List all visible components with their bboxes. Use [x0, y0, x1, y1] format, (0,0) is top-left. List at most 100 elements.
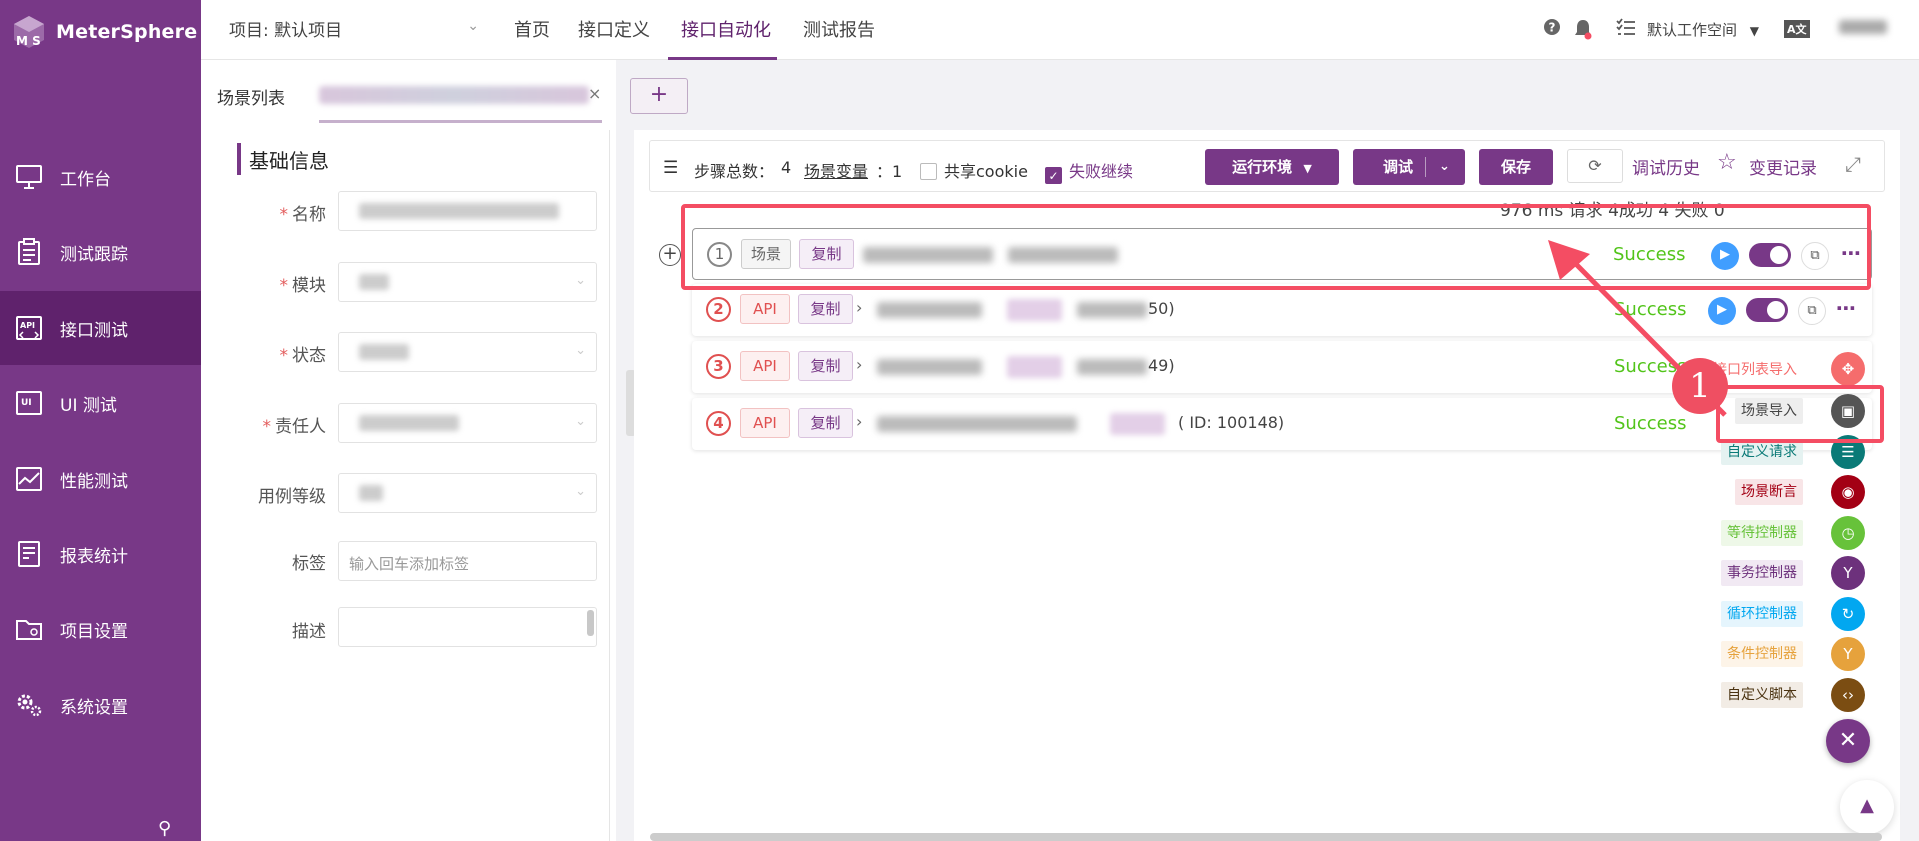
desc-label: 描述 — [292, 622, 326, 642]
copy-icon[interactable]: ⧉ — [1798, 297, 1826, 325]
pin-icon[interactable]: ⚲ — [158, 818, 171, 839]
sidebar-item-performance-test[interactable]: 性能测试 — [0, 442, 201, 516]
level-label: 用例等级 — [258, 487, 326, 507]
tab-api-definition[interactable]: 接口定义 — [578, 16, 650, 42]
chevron-right-icon[interactable]: › — [856, 298, 862, 317]
sidebar: M S MeterSphere 工作台 测试跟踪 API 接口测试 UI UI … — [0, 0, 201, 841]
copy-tag: 复制 — [798, 351, 853, 381]
sidebar-item-test-track[interactable]: 测试跟踪 — [0, 215, 201, 289]
change-history-link[interactable]: 变更记录 — [1749, 154, 1817, 179]
fullscreen-icon[interactable]: ⤢ — [1845, 152, 1861, 176]
sidebar-item-ui-test[interactable]: UI UI 测试 — [0, 366, 201, 440]
step-total-value: 4 — [781, 158, 792, 177]
workspace-select[interactable]: 默认工作空间 ▼ — [1647, 19, 1759, 40]
project-select[interactable]: 项目: 默认项目 ⌄ — [229, 16, 479, 41]
chevron-right-icon[interactable]: › — [856, 412, 862, 431]
script-icon[interactable]: ‹› — [1831, 678, 1865, 712]
float-menu-label[interactable]: 循环控制器 — [1721, 601, 1803, 627]
wait-icon[interactable]: ◷ — [1831, 516, 1865, 550]
svg-text:M S: M S — [16, 34, 41, 48]
star-icon[interactable]: ☆ — [1717, 150, 1737, 175]
step-index: 3 — [706, 354, 731, 379]
import-list-icon[interactable]: ✥ — [1831, 352, 1865, 386]
sidebar-item-report[interactable]: 报表统计 — [0, 517, 201, 591]
gear-icon — [14, 690, 44, 720]
menu-icon[interactable]: ☰ — [663, 158, 678, 178]
checkbox-checked: ✓ — [1045, 167, 1062, 184]
name-field[interactable] — [338, 191, 597, 231]
module-select[interactable]: ⌄ — [338, 262, 597, 302]
share-cookie-checkbox[interactable]: 共享cookie — [920, 158, 1028, 182]
scenario-variables-link[interactable]: 场景变量 — [804, 158, 868, 182]
step-type-tag: API — [740, 351, 790, 381]
api-icon: API — [14, 313, 44, 343]
assertion-icon[interactable]: ◉ — [1831, 475, 1865, 509]
sidebar-item-system-settings[interactable]: 系统设置 — [0, 668, 201, 742]
run-environment-button[interactable]: 运行环境 ▼ — [1205, 149, 1339, 185]
performance-icon — [14, 464, 44, 494]
tab-api-automation[interactable]: 接口自动化 — [681, 16, 771, 42]
status-select[interactable]: ⌄ — [338, 332, 597, 372]
folder-icon — [14, 614, 44, 644]
horizontal-scrollbar[interactable] — [650, 833, 1882, 841]
step-index: 2 — [706, 297, 731, 322]
owner-label: * 责任人 — [262, 417, 327, 437]
monitor-icon — [14, 162, 44, 192]
task-list-icon[interactable] — [1616, 18, 1636, 41]
float-menu-label[interactable]: 条件控制器 — [1721, 641, 1803, 667]
copy-tag: 复制 — [798, 408, 853, 438]
sidebar-item-label: 报表统计 — [60, 546, 128, 567]
float-menu-label[interactable]: 事务控制器 — [1721, 560, 1803, 586]
continue-on-fail-checkbox[interactable]: ✓ 失败继续 — [1045, 158, 1133, 184]
step-name-blurred — [877, 302, 982, 318]
refresh-icon[interactable]: ⟳ — [1567, 149, 1623, 183]
float-menu-label[interactable]: 等待控制器 — [1721, 520, 1803, 546]
step-name-blurred — [877, 359, 982, 375]
condition-icon[interactable]: Y — [1831, 637, 1865, 671]
logo[interactable]: M S MeterSphere — [10, 12, 197, 52]
top-header: 项目: 默认项目 ⌄ 首页 接口定义 接口自动化 测试报告 ? 默认工作空间 ▼… — [201, 0, 1919, 60]
language-icon[interactable]: A文 — [1784, 20, 1810, 38]
level-select[interactable]: ⌄ — [338, 473, 597, 513]
close-icon[interactable]: × — [588, 84, 601, 103]
scroll-top-button[interactable]: ▲ — [1840, 780, 1894, 834]
step-method-blurred — [1007, 299, 1062, 321]
enable-toggle[interactable] — [1746, 298, 1788, 322]
save-button[interactable]: 保存 — [1479, 149, 1553, 185]
name-label: * 名称 — [279, 205, 327, 225]
add-tab-button[interactable]: + — [630, 78, 688, 114]
help-icon[interactable]: ? — [1543, 18, 1561, 41]
expand-step-icon[interactable]: + — [659, 244, 681, 266]
bell-icon[interactable] — [1573, 18, 1593, 45]
sidebar-item-workbench[interactable]: 工作台 — [0, 140, 201, 214]
scenario-tab[interactable] — [319, 86, 589, 104]
owner-select[interactable]: ⌄ — [338, 403, 597, 443]
more-icon[interactable]: ⋯ — [1836, 296, 1856, 320]
svg-text:?: ? — [1549, 21, 1556, 35]
sidebar-item-label: 系统设置 — [60, 697, 128, 718]
sidebar-item-project-settings[interactable]: 项目设置 — [0, 592, 201, 666]
step-id-suffix: 49) — [1148, 356, 1175, 375]
transaction-icon[interactable]: Y — [1831, 556, 1865, 590]
step-index: 4 — [706, 411, 731, 436]
sidebar-item-api-test[interactable]: API 接口测试 — [0, 291, 201, 365]
user-menu[interactable] — [1839, 20, 1887, 34]
chevron-right-icon[interactable]: › — [856, 355, 862, 374]
copy-tag: 复制 — [798, 294, 853, 324]
status-label: * 状态 — [279, 346, 327, 366]
float-menu-label[interactable]: 自定义脚本 — [1721, 682, 1803, 708]
desc-textarea[interactable] — [338, 607, 597, 647]
workspace-name: 默认工作空间 — [1647, 21, 1738, 39]
debug-button[interactable]: 调试 ⌄ — [1353, 149, 1465, 185]
basic-info-title: 基础信息 — [249, 149, 329, 173]
tab-test-report[interactable]: 测试报告 — [803, 16, 875, 42]
tab-home[interactable]: 首页 — [514, 16, 550, 42]
step-type-tag: API — [740, 294, 790, 324]
step-method-blurred — [1007, 356, 1062, 378]
debug-history-link[interactable]: 调试历史 — [1632, 154, 1700, 179]
tags-input[interactable]: 输入回车添加标签 — [338, 541, 597, 581]
float-menu-label[interactable]: 场景断言 — [1735, 479, 1803, 505]
active-tab-indicator — [668, 57, 777, 60]
close-float-menu-button[interactable]: ✕ — [1826, 719, 1870, 763]
loop-icon[interactable]: ↻ — [1831, 597, 1865, 631]
